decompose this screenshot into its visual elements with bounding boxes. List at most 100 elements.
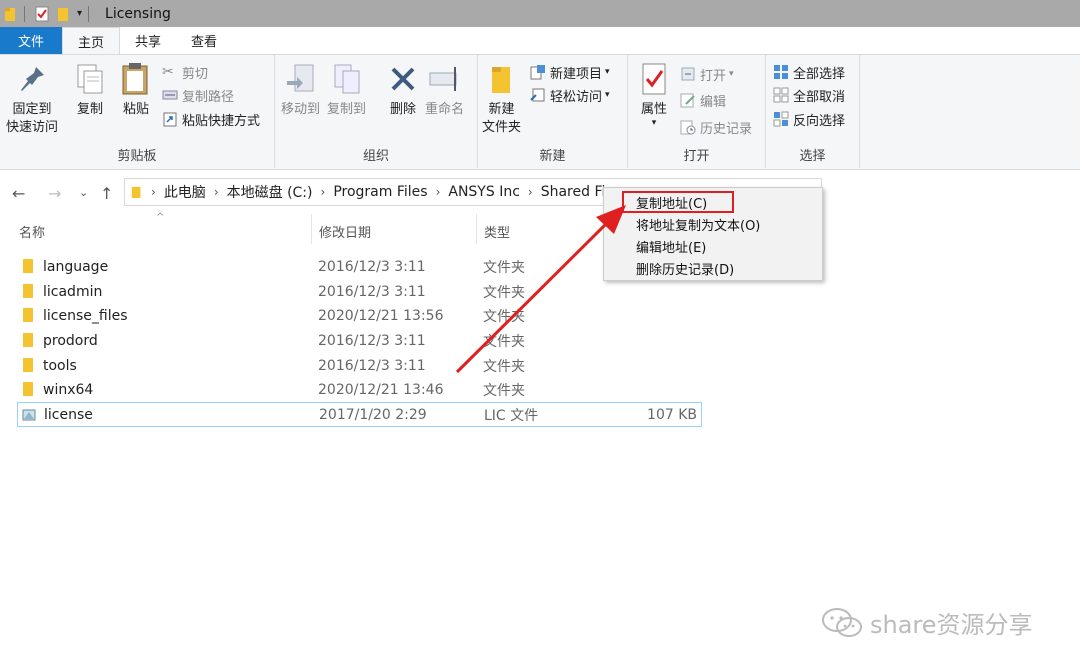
tab-file[interactable]: 文件	[0, 27, 63, 54]
tab-home[interactable]: 主页	[62, 27, 121, 54]
menu-item-edit-address[interactable]: 编辑地址(E)	[636, 237, 706, 256]
paste-label: 粘贴	[122, 102, 149, 117]
paste-shortcut-label: 粘贴快捷方式	[182, 113, 261, 129]
tab-share[interactable]: 共享	[120, 27, 176, 54]
organize-group: 移动到 复制到 删除 重命名 组织	[275, 55, 478, 168]
rename-label: 重命名	[425, 102, 465, 117]
select-all-button[interactable]: 全部选择	[773, 61, 845, 83]
properties-check-icon[interactable]	[35, 6, 49, 22]
column-divider[interactable]	[311, 214, 312, 244]
file-row[interactable]: prodord 2016/12/3 3:11 文件夹	[17, 328, 702, 353]
easy-access-dropdown-icon[interactable]: ▾	[605, 90, 610, 100]
pin-label-2: 快速访问	[6, 120, 59, 135]
breadcrumb-item[interactable]: 此电脑	[164, 182, 206, 202]
select-group-label: 选择	[799, 149, 826, 164]
rename-icon	[429, 67, 456, 91]
rename-button[interactable]: 重命名	[425, 61, 464, 119]
open-dropdown-icon[interactable]: ▾	[729, 69, 734, 79]
cut-button[interactable]: ✂ 剪切	[162, 61, 208, 83]
column-header-type[interactable]: 类型	[484, 214, 510, 248]
folder-icon	[23, 259, 33, 273]
breadcrumb-item[interactable]: Shared Fi	[541, 184, 606, 200]
select-all-icon	[774, 65, 788, 79]
file-name: language	[43, 258, 109, 275]
copy-to-button[interactable]: 复制到	[327, 61, 366, 119]
back-arrow-icon[interactable]: ←	[12, 184, 25, 203]
history-button[interactable]: 历史记录	[680, 116, 752, 138]
file-type: 文件夹	[483, 382, 525, 399]
breadcrumb-item[interactable]: ANSYS Inc	[448, 184, 520, 200]
breadcrumb-separator-icon: ›	[213, 185, 219, 199]
recent-locations-chevron-icon[interactable]: ⌄	[79, 186, 88, 199]
move-to-button[interactable]: 移动到	[281, 61, 320, 119]
select-none-button[interactable]: 全部取消	[773, 84, 845, 106]
pin-to-quick-access-button[interactable]: 固定到 快速访问	[6, 61, 58, 137]
edit-button[interactable]: 编辑	[680, 89, 726, 111]
open-button[interactable]: 打开 ▾	[680, 63, 734, 85]
column-divider[interactable]	[476, 214, 477, 244]
breadcrumb-item[interactable]: 本地磁盘 (C:)	[227, 182, 313, 202]
copy-path-button[interactable]: 复制路径	[162, 84, 234, 106]
folder-icon	[131, 186, 141, 198]
new-item-dropdown-icon[interactable]: ▾	[605, 67, 610, 77]
file-row[interactable]: tools 2016/12/3 3:11 文件夹	[17, 353, 702, 378]
properties-dropdown-icon[interactable]: ▾	[652, 119, 657, 128]
file-date: 2016/12/3 3:11	[318, 258, 426, 275]
easy-access-button[interactable]: 轻松访问 ▾	[530, 84, 610, 106]
up-arrow-icon[interactable]: ↑	[100, 184, 113, 203]
paste-shortcut-button[interactable]: 粘贴快捷方式	[162, 108, 260, 130]
forward-arrow-icon[interactable]: →	[48, 184, 61, 203]
file-row[interactable]: license 2017/1/20 2:29 LIC 文件 107 KB	[17, 402, 702, 427]
pin-label-1: 固定到	[12, 102, 52, 117]
quick-access-dropdown-icon[interactable]: ▾	[77, 8, 82, 19]
properties-label: 属性	[640, 102, 667, 117]
file-row[interactable]: license_files 2020/12/21 13:56 文件夹	[17, 303, 702, 328]
properties-icon	[642, 63, 666, 95]
title-bar: ▾ Licensing	[0, 0, 1080, 27]
menu-item-delete-history[interactable]: 删除历史记录(D)	[636, 259, 734, 278]
folder-icon	[23, 308, 33, 322]
license-file-icon	[22, 409, 36, 421]
move-to-icon	[286, 64, 313, 92]
file-size: 107 KB	[647, 406, 697, 423]
file-name: license_files	[43, 307, 128, 324]
select-group: 全部选择 全部取消 反向选择 选择	[766, 55, 860, 168]
paste-shortcut-icon	[163, 112, 177, 127]
file-date: 2020/12/21 13:56	[318, 307, 444, 324]
new-item-button[interactable]: 新建项目 ▾	[530, 61, 610, 83]
column-header-date[interactable]: 修改日期	[319, 214, 371, 248]
breadcrumb-separator-icon: ›	[320, 185, 326, 199]
window-title: Licensing	[105, 5, 171, 22]
breadcrumb-item[interactable]: Program Files	[333, 184, 427, 200]
new-item-label: 新建项目	[550, 66, 603, 82]
invert-selection-button[interactable]: 反向选择	[773, 108, 845, 130]
copy-button[interactable]: 复制	[72, 61, 108, 119]
file-name: license	[44, 406, 93, 423]
ribbon-tabs: 文件 主页 共享 查看	[0, 27, 1080, 55]
new-group: 新建 文件夹 新建项目 ▾ 轻松访问 ▾ 新建	[478, 55, 628, 168]
select-none-icon	[773, 87, 789, 103]
delete-button[interactable]: 删除	[385, 61, 421, 119]
column-header-name[interactable]: 名称	[19, 214, 45, 248]
easy-access-icon	[530, 88, 545, 102]
ribbon: 固定到 快速访问 复制 粘贴 ✂ 剪切 复制路径 粘贴快捷方式 剪贴板 移动到	[0, 55, 1080, 170]
file-row[interactable]: winx64 2020/12/21 13:46 文件夹	[17, 377, 702, 402]
file-type: 文件夹	[483, 333, 525, 350]
new-group-label: 新建	[539, 149, 566, 164]
address-context-menu: 复制地址(C) 将地址复制为文本(O) 编辑地址(E) 删除历史记录(D)	[603, 187, 823, 281]
properties-button[interactable]: 属性 ▾	[636, 61, 672, 128]
copy-icon	[77, 64, 103, 94]
new-folder-icon[interactable]	[57, 6, 71, 22]
breadcrumb-separator-icon: ›	[435, 185, 441, 199]
new-folder-label-2: 文件夹	[482, 120, 522, 135]
menu-item-copy-address-as-text[interactable]: 将地址复制为文本(O)	[636, 215, 760, 234]
wechat-icon	[822, 607, 862, 637]
paste-button[interactable]: 粘贴	[118, 61, 154, 119]
file-row[interactable]: language 2016/12/3 3:11 文件夹	[17, 254, 702, 279]
new-folder-button[interactable]: 新建 文件夹	[482, 61, 521, 137]
tab-view[interactable]: 查看	[176, 27, 232, 54]
file-row[interactable]: licadmin 2016/12/3 3:11 文件夹	[17, 279, 702, 304]
delete-label: 删除	[389, 102, 416, 117]
open-icon	[681, 67, 695, 81]
pin-icon	[21, 67, 44, 91]
